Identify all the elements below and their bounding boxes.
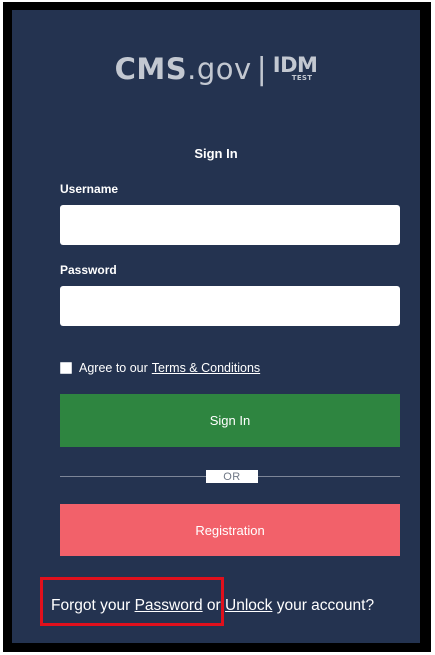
- username-label: Username: [60, 182, 119, 196]
- logo-test-text: TEST: [291, 74, 313, 82]
- password-label: Password: [60, 263, 117, 277]
- or-text: or: [202, 597, 226, 614]
- sign-in-button[interactable]: Sign In: [60, 394, 400, 447]
- cms-idm-logo: CMS.gov | IDM TEST: [12, 48, 420, 90]
- agree-terms-row: Agree to our Terms & Conditions: [60, 361, 260, 375]
- logo-cms: CMS.gov: [115, 52, 252, 86]
- logo-gov-text: .gov: [187, 52, 252, 86]
- forgot-password-link[interactable]: Password: [135, 597, 203, 614]
- logo-separator: |: [256, 51, 267, 87]
- unlock-link[interactable]: Unlock: [225, 597, 272, 614]
- agree-checkbox[interactable]: [60, 362, 72, 374]
- terms-link[interactable]: Terms & Conditions: [152, 361, 260, 375]
- username-input[interactable]: [60, 205, 400, 245]
- password-input[interactable]: [60, 286, 400, 326]
- account-suffix: your account?: [272, 597, 375, 614]
- forgot-prefix: Forgot your: [51, 597, 135, 614]
- login-frame: CMS.gov | IDM TEST Sign In Username Passw…: [3, 2, 431, 652]
- page-title: Sign In: [194, 146, 238, 161]
- agree-text: Agree to our: [79, 361, 148, 375]
- registration-button[interactable]: Registration: [60, 504, 400, 556]
- logo-idm: IDM TEST: [273, 53, 318, 82]
- forgot-account-text: Forgot your Password or Unlock your acco…: [51, 597, 374, 615]
- logo-cms-text: CMS: [114, 52, 188, 86]
- login-card: CMS.gov | IDM TEST Sign In Username Passw…: [12, 10, 420, 643]
- or-separator: OR: [206, 470, 258, 483]
